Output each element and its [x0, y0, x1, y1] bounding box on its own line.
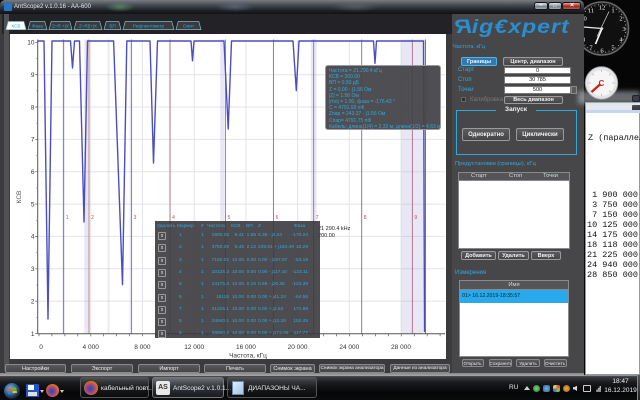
svg-text:0: 0: [39, 344, 43, 351]
svg-text:Смит: Смит: [183, 23, 195, 28]
svg-text:Частота, кГц: Частота, кГц: [229, 353, 267, 360]
svg-text:Z=R +jX: Z=R +jX: [52, 23, 69, 28]
svg-text:200.00: 200.00: [318, 233, 335, 239]
svg-text:6: 6: [31, 169, 35, 176]
svg-text:3: 3: [134, 215, 137, 221]
svg-text:8: 8: [31, 104, 35, 111]
svg-text:9: 9: [31, 72, 35, 79]
svg-text:Фаза: Фаза: [32, 23, 43, 28]
svg-text:2: 2: [31, 298, 35, 305]
svg-text:10: 10: [27, 40, 35, 47]
svg-text:7: 7: [31, 137, 35, 144]
svg-text:24 000: 24 000: [339, 344, 359, 351]
svg-text:ВП: ВП: [109, 23, 115, 28]
svg-text:1: 1: [66, 215, 69, 221]
svg-text:9: 9: [414, 215, 417, 221]
svg-text:КСВ: КСВ: [16, 191, 23, 204]
svg-text:5: 5: [31, 201, 35, 208]
svg-text:2: 2: [619, 16, 622, 23]
svg-text:Z=R||+jX: Z=R||+jX: [79, 23, 97, 28]
svg-text:16 000: 16 000: [236, 344, 256, 351]
svg-text:8 000: 8 000: [134, 344, 151, 351]
svg-text:12: 12: [599, 5, 606, 12]
svg-text:1: 1: [611, 8, 614, 15]
svg-text:4 000: 4 000: [83, 344, 100, 351]
svg-text:1: 1: [31, 331, 35, 338]
svg-text:4: 4: [31, 234, 35, 241]
svg-text:Рефлектометр: Рефлектометр: [133, 23, 165, 28]
svg-text:КСВ: КСВ: [11, 23, 20, 28]
svg-text:2: 2: [91, 215, 94, 221]
svg-text:12 000: 12 000: [184, 344, 204, 351]
svg-text:21 290.4 kHz: 21 290.4 kHz: [318, 226, 351, 232]
svg-text:20 000: 20 000: [288, 344, 308, 351]
svg-text:3: 3: [31, 266, 35, 273]
svg-text:28 000: 28 000: [391, 344, 411, 351]
svg-text:8: 8: [364, 215, 367, 221]
